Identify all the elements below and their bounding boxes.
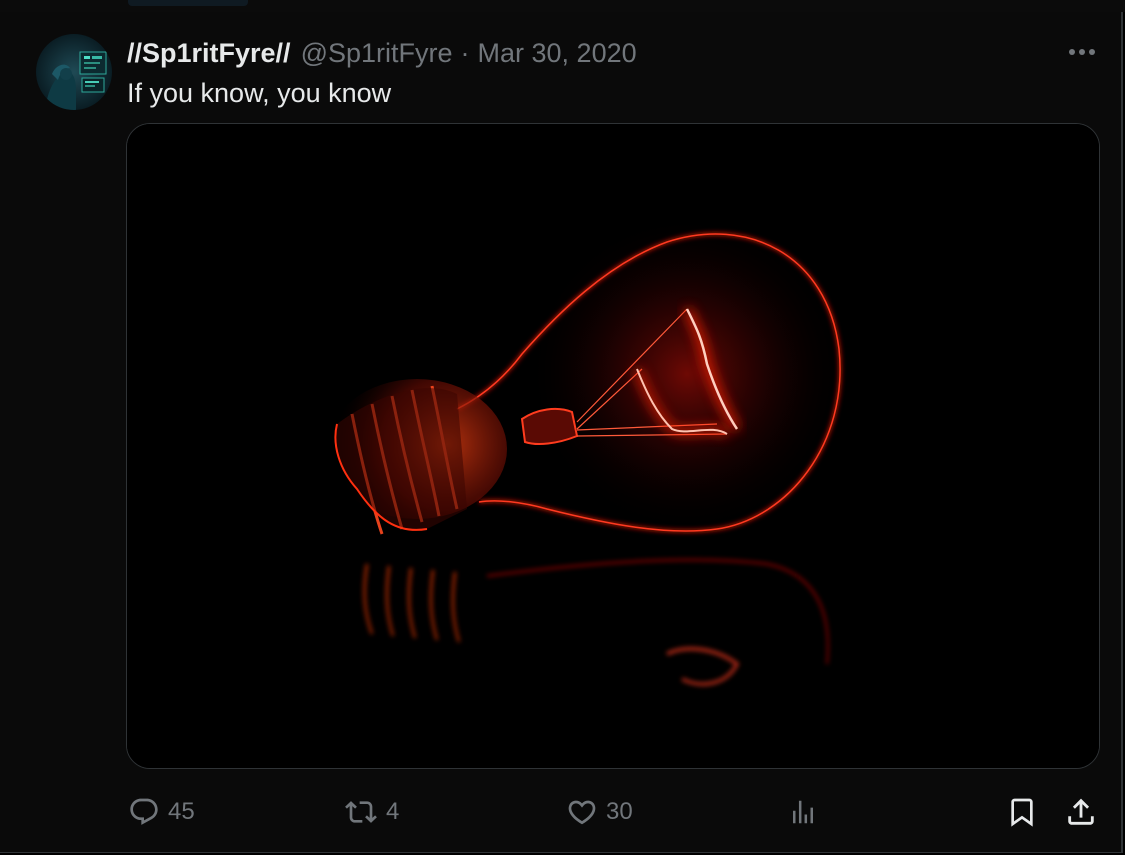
- bookmark-button[interactable]: [1006, 790, 1038, 834]
- views-chart-icon: [788, 796, 818, 828]
- reply-icon: [128, 796, 160, 828]
- tweet-date[interactable]: Mar 30, 2020: [478, 38, 637, 69]
- previous-media-edge: [128, 0, 248, 6]
- separator-dot: ·: [460, 37, 470, 68]
- tweet-page: //Sp1ritFyre// @Sp1ritFyre · Mar 30, 202…: [0, 0, 1125, 855]
- tweet-image[interactable]: [126, 123, 1100, 769]
- previous-tweet-edge: [0, 0, 1125, 12]
- views-button[interactable]: [788, 790, 818, 834]
- tweet-actions: 45 4 30: [0, 790, 1121, 834]
- share-icon: [1064, 795, 1098, 829]
- heart-icon: [566, 796, 598, 828]
- more-dots-icon: [1068, 48, 1096, 56]
- user-handle[interactable]: @Sp1ritFyre: [301, 38, 453, 69]
- avatar[interactable]: [36, 34, 112, 110]
- retweet-icon: [344, 796, 378, 828]
- tweet-header: //Sp1ritFyre// @Sp1ritFyre · Mar 30, 202…: [127, 36, 637, 70]
- bookmark-icon: [1006, 795, 1038, 829]
- tweet-card[interactable]: //Sp1ritFyre// @Sp1ritFyre · Mar 30, 202…: [0, 12, 1123, 853]
- red-lightbulb-image: [127, 124, 1099, 768]
- retweet-button[interactable]: 4: [344, 790, 399, 834]
- share-button[interactable]: [1064, 790, 1098, 834]
- reply-count: 45: [168, 798, 195, 825]
- tweet-text: If you know, you know: [127, 78, 392, 108]
- display-name[interactable]: //Sp1ritFyre//: [127, 38, 291, 69]
- like-button[interactable]: 30: [566, 790, 633, 834]
- reply-button[interactable]: 45: [128, 790, 195, 834]
- more-options-button[interactable]: [1062, 34, 1102, 70]
- like-count: 30: [606, 798, 633, 825]
- retweet-count: 4: [386, 798, 400, 825]
